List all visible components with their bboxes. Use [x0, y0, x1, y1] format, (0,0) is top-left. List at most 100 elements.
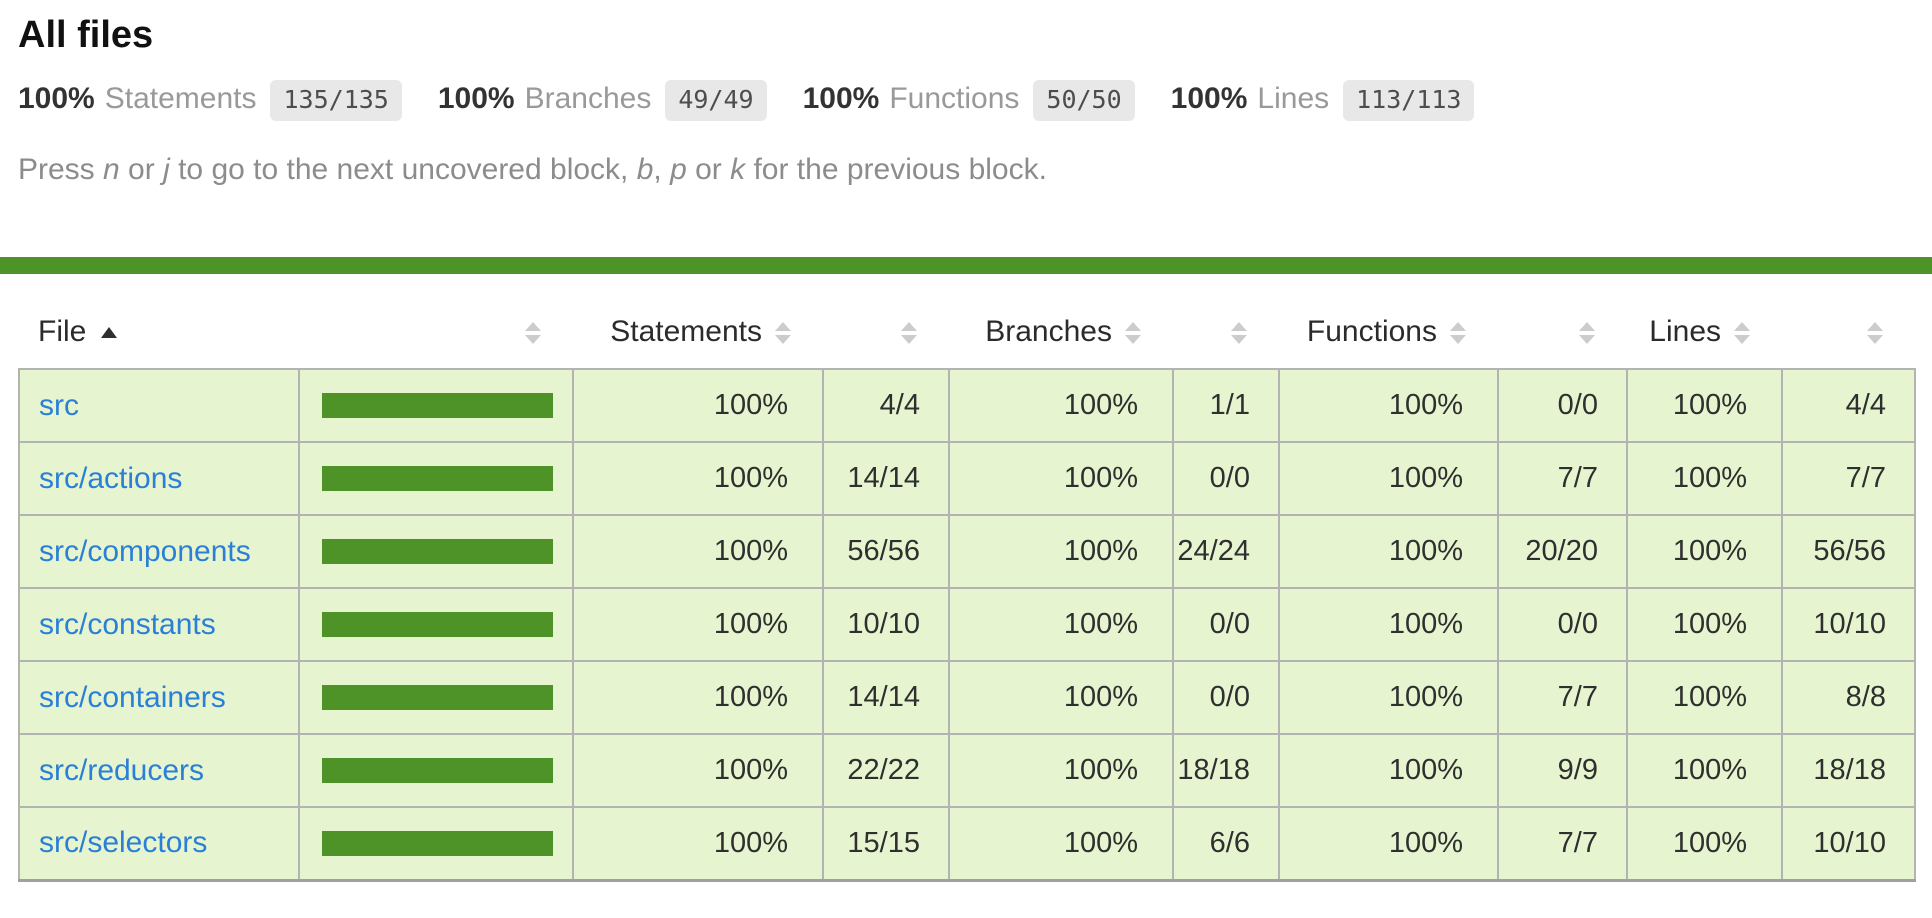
- functions-pct-cell: 100%: [1279, 661, 1498, 734]
- coverage-bar: [322, 831, 553, 856]
- coverage-bar: [322, 539, 553, 564]
- functions-abs-cell: 9/9: [1498, 734, 1627, 807]
- functions-pct-cell: 100%: [1279, 442, 1498, 515]
- col-header-functions-abs[interactable]: [1498, 295, 1627, 369]
- functions-pct-cell: 100%: [1279, 369, 1498, 442]
- summary-metric-branches: 100% Branches 49/49: [438, 80, 767, 121]
- sort-icon: [1734, 322, 1750, 344]
- status-line: [0, 257, 1932, 274]
- branches-label: Branches: [525, 82, 652, 116]
- statements-pct-cell: 100%: [573, 734, 823, 807]
- statements-abs-cell: 10/10: [823, 588, 949, 661]
- statements-pct: 100%: [18, 82, 95, 116]
- table-row: src/selectors 100% 15/15 100% 6/6 100% 7…: [19, 807, 1915, 880]
- coverage-bar: [322, 466, 553, 491]
- branches-fraction-badge: 49/49: [665, 80, 766, 121]
- branches-pct-cell: 100%: [949, 369, 1173, 442]
- statements-abs-cell: 56/56: [823, 515, 949, 588]
- lines-pct: 100%: [1171, 82, 1248, 116]
- lines-abs-cell: 10/10: [1782, 807, 1915, 880]
- col-header-lines-abs[interactable]: [1782, 295, 1915, 369]
- functions-abs-cell: 7/7: [1498, 807, 1627, 880]
- sort-icon: [1125, 322, 1141, 344]
- statements-abs-cell: 14/14: [823, 661, 949, 734]
- statements-pct-cell: 100%: [573, 442, 823, 515]
- col-header-file[interactable]: File: [19, 295, 299, 369]
- statements-abs-cell: 14/14: [823, 442, 949, 515]
- sort-icon: [1231, 322, 1247, 344]
- branches-pct: 100%: [438, 82, 515, 116]
- file-link[interactable]: src: [39, 389, 79, 422]
- col-header-branches[interactable]: Branches: [949, 295, 1173, 369]
- file-link[interactable]: src/actions: [39, 462, 182, 495]
- branches-abs-cell: 0/0: [1173, 588, 1279, 661]
- keyboard-hint: Press n or j to go to the next uncovered…: [18, 153, 1914, 187]
- sort-asc-icon: [101, 327, 117, 338]
- col-header-functions[interactable]: Functions: [1279, 295, 1498, 369]
- lines-abs-cell: 18/18: [1782, 734, 1915, 807]
- lines-abs-cell: 10/10: [1782, 588, 1915, 661]
- statements-abs-cell: 22/22: [823, 734, 949, 807]
- coverage-bar: [322, 685, 553, 710]
- functions-pct-cell: 100%: [1279, 588, 1498, 661]
- branches-abs-cell: 1/1: [1173, 369, 1279, 442]
- sort-icon: [775, 322, 791, 344]
- file-link[interactable]: src/reducers: [39, 754, 204, 787]
- functions-label: Functions: [889, 82, 1019, 116]
- key-p: p: [670, 153, 687, 186]
- branches-pct-cell: 100%: [949, 807, 1173, 880]
- file-link[interactable]: src/containers: [39, 681, 226, 714]
- branches-pct-cell: 100%: [949, 515, 1173, 588]
- sort-icon: [1450, 322, 1466, 344]
- lines-pct-cell: 100%: [1627, 661, 1782, 734]
- table-row: src/constants 100% 10/10 100% 0/0 100% 0…: [19, 588, 1915, 661]
- lines-pct-cell: 100%: [1627, 734, 1782, 807]
- statements-abs-cell: 15/15: [823, 807, 949, 880]
- functions-abs-cell: 7/7: [1498, 442, 1627, 515]
- col-header-statements-abs[interactable]: [823, 295, 949, 369]
- statements-pct-cell: 100%: [573, 661, 823, 734]
- summary-metric-functions: 100% Functions 50/50: [803, 80, 1135, 121]
- lines-abs-cell: 4/4: [1782, 369, 1915, 442]
- table-header-row: File Statements Branches Functions Lines: [19, 295, 1915, 369]
- table-row: src/reducers 100% 22/22 100% 18/18 100% …: [19, 734, 1915, 807]
- lines-abs-cell: 8/8: [1782, 661, 1915, 734]
- branches-abs-cell: 0/0: [1173, 442, 1279, 515]
- statements-pct-cell: 100%: [573, 515, 823, 588]
- functions-abs-cell: 0/0: [1498, 369, 1627, 442]
- table-row: src 100% 4/4 100% 1/1 100% 0/0 100% 4/4: [19, 369, 1915, 442]
- lines-pct-cell: 100%: [1627, 442, 1782, 515]
- file-link[interactable]: src/components: [39, 535, 251, 568]
- functions-pct: 100%: [803, 82, 880, 116]
- sort-icon: [1867, 322, 1883, 344]
- col-header-lines[interactable]: Lines: [1627, 295, 1782, 369]
- sort-icon: [525, 322, 541, 344]
- table-row: src/containers 100% 14/14 100% 0/0 100% …: [19, 661, 1915, 734]
- file-link[interactable]: src/selectors: [39, 826, 207, 859]
- lines-fraction-badge: 113/113: [1343, 80, 1474, 121]
- statements-pct-cell: 100%: [573, 807, 823, 880]
- lines-pct-cell: 100%: [1627, 515, 1782, 588]
- lines-label: Lines: [1257, 82, 1329, 116]
- key-j: j: [163, 153, 170, 186]
- table-row: src/components 100% 56/56 100% 24/24 100…: [19, 515, 1915, 588]
- col-header-statements[interactable]: Statements: [573, 295, 823, 369]
- lines-abs-cell: 56/56: [1782, 515, 1915, 588]
- branches-abs-cell: 0/0: [1173, 661, 1279, 734]
- file-link[interactable]: src/constants: [39, 608, 216, 641]
- summary-metric-lines: 100% Lines 113/113: [1171, 80, 1475, 121]
- functions-abs-cell: 0/0: [1498, 588, 1627, 661]
- branches-pct-cell: 100%: [949, 588, 1173, 661]
- coverage-table: File Statements Branches Functions Lines…: [18, 295, 1916, 882]
- statements-fraction-badge: 135/135: [270, 80, 401, 121]
- lines-pct-cell: 100%: [1627, 588, 1782, 661]
- col-header-bar[interactable]: [299, 295, 573, 369]
- table-row: src/actions 100% 14/14 100% 0/0 100% 7/7…: [19, 442, 1915, 515]
- page-title: All files: [18, 16, 1914, 54]
- statements-label: Statements: [105, 82, 257, 116]
- col-header-branches-abs[interactable]: [1173, 295, 1279, 369]
- functions-pct-cell: 100%: [1279, 807, 1498, 880]
- key-b: b: [637, 153, 654, 186]
- statements-pct-cell: 100%: [573, 369, 823, 442]
- lines-pct-cell: 100%: [1627, 369, 1782, 442]
